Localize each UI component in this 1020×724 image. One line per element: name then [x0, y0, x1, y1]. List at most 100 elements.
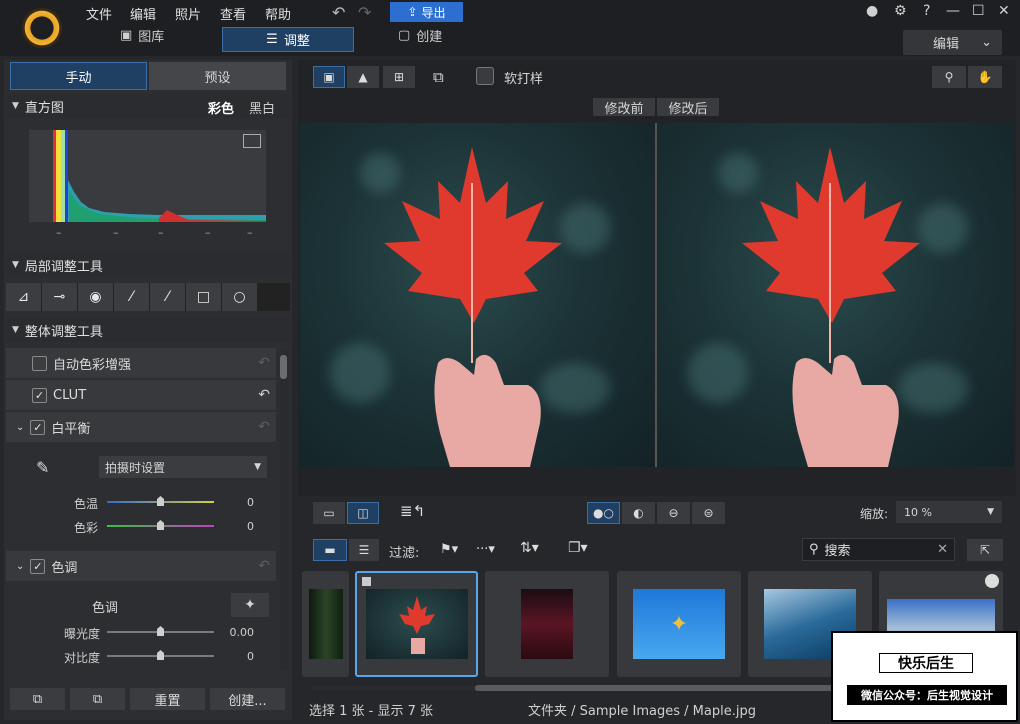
tab-manual[interactable]: 手动: [10, 62, 147, 90]
paste-settings-icon[interactable]: ⧉: [70, 688, 125, 710]
undo-icon[interactable]: ↶: [332, 3, 345, 22]
filmstrip-scroll-thumb[interactable]: [475, 685, 855, 691]
before-photo[interactable]: [300, 123, 654, 467]
tab-adjust[interactable]: ☰ 调整: [222, 27, 354, 52]
split-mirror-icon[interactable]: ⊜: [692, 502, 725, 524]
clear-search-icon[interactable]: ✕: [937, 542, 948, 557]
after-photo[interactable]: [658, 123, 1014, 467]
global-tools-header[interactable]: ▼ 整体调整工具: [6, 318, 290, 342]
contrast-label: 对比度: [63, 651, 100, 665]
tone-checkbox[interactable]: ✓: [30, 558, 46, 574]
triangle-down-icon: ▼: [254, 462, 261, 472]
tab-create[interactable]: ▢ 创建: [398, 26, 442, 45]
single-view-icon[interactable]: ▣: [313, 66, 345, 88]
gradient-mask-icon[interactable]: □: [186, 283, 221, 311]
search-input[interactable]: ⚲ 搜索 ✕: [802, 538, 955, 561]
reset-icon[interactable]: ↶: [258, 387, 270, 403]
tint-value[interactable]: 0: [224, 520, 254, 533]
side-by-side-view-icon[interactable]: ◫: [347, 502, 379, 524]
auto-tone-wand-icon[interactable]: ✦: [231, 593, 269, 617]
display-settings-icon[interactable]: ⧉: [433, 68, 444, 86]
spot-removal-icon[interactable]: ⊸: [42, 283, 77, 311]
single-photo-view-icon[interactable]: ▭: [313, 502, 345, 524]
stack-icon[interactable]: ❐▾: [568, 540, 588, 556]
hand-tool-icon[interactable]: ✋: [968, 66, 1002, 88]
filmstrip-view-icon[interactable]: ▬: [313, 539, 347, 561]
local-tools-header[interactable]: ▼ 局部调整工具: [6, 253, 290, 277]
split-vertical-icon[interactable]: ◐: [622, 502, 655, 524]
minimize-icon[interactable]: —: [946, 3, 960, 19]
clipping-warning-icon[interactable]: [243, 134, 261, 148]
menu-view[interactable]: 查看: [220, 4, 246, 23]
reset-icon[interactable]: ↶: [258, 419, 270, 435]
split-horizontal-icon[interactable]: ●○: [587, 502, 620, 524]
thumbnail-skateboarder[interactable]: ✦: [617, 571, 741, 677]
histogram-color-toggle[interactable]: 彩色: [208, 98, 234, 117]
rotate-icon[interactable]: ≣↰: [400, 502, 425, 520]
reset-icon[interactable]: ↶: [258, 355, 270, 371]
clut-checkbox[interactable]: ✓: [32, 387, 47, 403]
white-balance-select[interactable]: 拍摄时设置 ▼: [99, 456, 267, 478]
export-button[interactable]: ⇪ 导出: [390, 2, 463, 22]
chevron-down-icon[interactable]: ⌄: [16, 561, 24, 572]
before-label: 修改前: [593, 98, 655, 117]
open-external-icon[interactable]: ⇱: [967, 539, 1003, 561]
soft-proof-checkbox[interactable]: [476, 67, 494, 85]
notification-icon[interactable]: ●: [866, 3, 878, 19]
split-top-bottom-icon[interactable]: ⊖: [657, 502, 690, 524]
reset-icon[interactable]: ↶: [258, 558, 270, 574]
thumbnail-forest[interactable]: [302, 571, 349, 677]
zoom-tool-icon[interactable]: ⚲: [932, 66, 966, 88]
brush-icon[interactable]: ⁄: [114, 283, 149, 311]
temp-value[interactable]: 0: [224, 496, 254, 509]
grid-view-icon[interactable]: ⊞: [383, 66, 415, 88]
histogram-bw-toggle[interactable]: 黑白: [249, 98, 275, 117]
menu-edit[interactable]: 编辑: [130, 4, 156, 23]
zoom-select[interactable]: 10 % ▼: [896, 501, 1002, 523]
exposure-value[interactable]: 0.00: [224, 626, 255, 639]
menu-help[interactable]: 帮助: [265, 4, 291, 23]
tone-row: ⌄ ✓ 色调 ↶: [6, 551, 276, 581]
copy-settings-icon[interactable]: ⧉: [10, 688, 65, 710]
flag-filter-icon[interactable]: ⚑▾: [440, 542, 458, 557]
after-label: 修改后: [657, 98, 719, 117]
maximize-icon[interactable]: ☐: [972, 3, 985, 19]
more-filter-icon[interactable]: ···▾: [476, 542, 495, 557]
radial-mask-icon[interactable]: ○: [222, 283, 257, 311]
thumbnail-neon-street[interactable]: [485, 571, 609, 677]
gear-icon[interactable]: ⚙: [894, 3, 907, 19]
sort-icon[interactable]: ⇅▾: [520, 540, 539, 556]
mode-select[interactable]: 编辑 ⌄: [903, 30, 1002, 55]
thumbnail-maple-selected[interactable]: [355, 571, 478, 677]
eyedropper-icon[interactable]: ✎: [36, 458, 49, 477]
close-icon[interactable]: ✕: [998, 3, 1010, 19]
auto-color-checkbox[interactable]: [32, 355, 47, 371]
create-button[interactable]: 创建...: [210, 688, 285, 710]
redo-icon[interactable]: ↷: [358, 3, 371, 22]
left-panel-scrollbar[interactable]: [280, 350, 288, 670]
reset-button[interactable]: 重置: [130, 688, 205, 710]
compare-view-icon[interactable]: ▲: [347, 66, 379, 88]
triangle-down-icon: ▼: [12, 101, 19, 111]
360-badge-icon: [985, 574, 999, 588]
red-eye-icon[interactable]: ◉: [78, 283, 113, 311]
chevron-down-icon[interactable]: ⌄: [16, 422, 24, 433]
histogram-header[interactable]: ▼ 直方图: [6, 94, 290, 118]
eraser-brush-icon[interactable]: ⁄: [150, 283, 185, 311]
white-balance-checkbox[interactable]: ✓: [30, 419, 46, 435]
help-icon[interactable]: ?: [923, 3, 930, 19]
app-logo-icon: [22, 8, 62, 48]
chevron-down-icon: ⌄: [981, 35, 992, 50]
contrast-value[interactable]: 0: [224, 650, 254, 663]
left-panel-scroll-thumb[interactable]: [280, 355, 287, 379]
search-icon: ⚲: [809, 542, 819, 557]
watermark-subtitle: 微信公众号：后生视觉设计: [847, 685, 1007, 705]
clut-row: ✓ CLUT ↶: [6, 380, 276, 410]
compare-divider[interactable]: [655, 123, 657, 467]
tab-library[interactable]: ▣ 图库: [120, 26, 164, 45]
menu-photo[interactable]: 照片: [175, 4, 201, 23]
menu-file[interactable]: 文件: [86, 4, 112, 23]
tab-presets[interactable]: 预设: [149, 62, 286, 90]
crop-icon[interactable]: ⊿: [6, 283, 41, 311]
list-view-icon[interactable]: ☰: [349, 539, 379, 561]
